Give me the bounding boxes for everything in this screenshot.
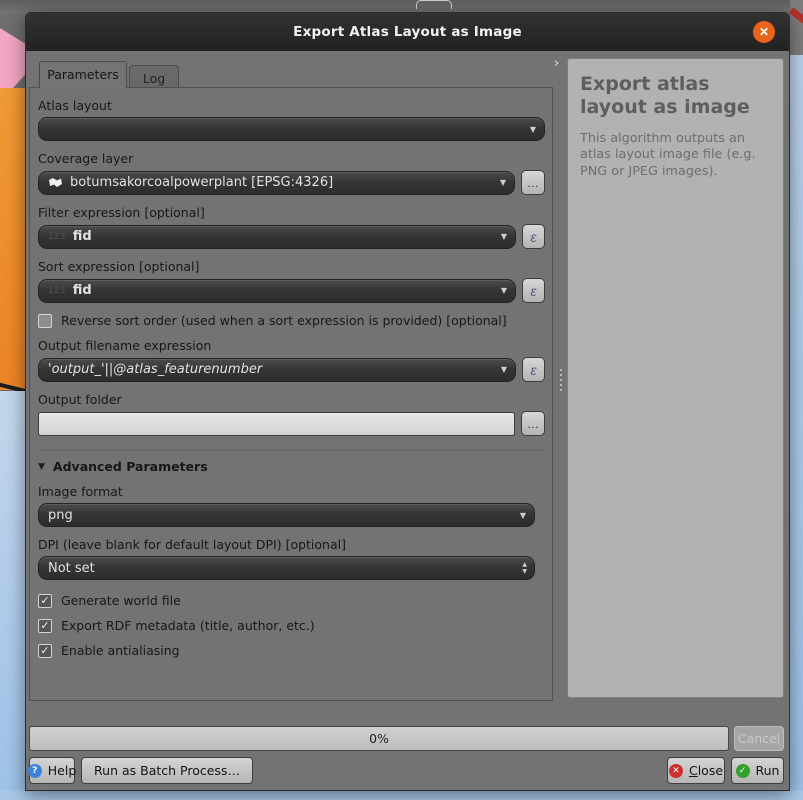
coverage-layer-browse-button[interactable]: … bbox=[521, 170, 545, 195]
chevron-down-icon: ▼ bbox=[501, 232, 507, 241]
background-blue-left bbox=[0, 391, 26, 800]
filter-expression-select[interactable]: 123 fid ▼ bbox=[38, 225, 516, 249]
reverse-sort-row[interactable]: Reverse sort order (used when a sort exp… bbox=[38, 313, 545, 328]
chevron-down-icon: ▼ bbox=[520, 511, 526, 520]
polygon-layer-icon bbox=[48, 177, 63, 188]
ellipsis-icon: … bbox=[527, 417, 539, 431]
spin-up-icon[interactable]: ▲ bbox=[522, 561, 527, 568]
background-button-edge bbox=[416, 0, 452, 9]
image-format-value: png bbox=[48, 508, 73, 523]
close-x-icon: ✕ bbox=[669, 764, 683, 778]
reverse-sort-checkbox[interactable] bbox=[38, 314, 52, 328]
spinner-arrows-icon[interactable]: ▲ ▼ bbox=[522, 561, 527, 575]
batch-label: Run as Batch Process… bbox=[94, 763, 240, 778]
close-icon: ✕ bbox=[759, 26, 769, 38]
tab-log[interactable]: Log bbox=[129, 65, 179, 88]
cancel-label: Cancel bbox=[738, 731, 780, 746]
dpi-spinner[interactable]: Not set ▲ ▼ bbox=[38, 556, 535, 580]
image-format-label: Image format bbox=[38, 484, 535, 499]
expression-epsilon-icon: ε bbox=[530, 362, 536, 378]
generate-world-file-label: Generate world file bbox=[61, 593, 181, 608]
filter-expression-builder-button[interactable]: ε bbox=[522, 224, 545, 249]
help-icon: ? bbox=[28, 764, 42, 778]
ellipsis-icon: … bbox=[527, 176, 539, 190]
atlas-layout-select[interactable]: ▼ bbox=[38, 117, 545, 141]
run-check-icon: ✓ bbox=[736, 764, 750, 778]
help-panel-title: Export atlas layout as image bbox=[580, 73, 771, 119]
close-button[interactable]: ✕ Close bbox=[667, 757, 725, 784]
tab-parameters[interactable]: Parameters bbox=[39, 61, 127, 88]
coverage-layer-select[interactable]: botumsakorcoalpowerplant [EPSG:4326] ▼ bbox=[38, 171, 515, 195]
close-label: Close bbox=[689, 763, 723, 778]
sort-expression-label: Sort expression [optional] bbox=[38, 259, 545, 274]
help-panel: Export atlas layout as image This algori… bbox=[567, 58, 784, 698]
background-orange-shape bbox=[0, 88, 26, 390]
splitter-collapse-arrow[interactable]: › bbox=[554, 56, 559, 71]
progress-bar: 0% bbox=[29, 726, 729, 751]
filter-expression-value: fid bbox=[73, 229, 92, 244]
spin-down-icon[interactable]: ▼ bbox=[522, 568, 527, 575]
dpi-label: DPI (leave blank for default layout DPI)… bbox=[38, 537, 535, 552]
enable-antialiasing-checkbox[interactable]: ✓ bbox=[38, 644, 52, 658]
numeric-field-icon: 123 bbox=[48, 286, 66, 296]
expression-epsilon-icon: ε bbox=[530, 283, 536, 299]
chevron-down-icon: ▼ bbox=[530, 125, 536, 134]
dialog-title: Export Atlas Layout as Image bbox=[293, 24, 522, 40]
background-blue-bottom bbox=[0, 791, 803, 800]
reverse-sort-label: Reverse sort order (used when a sort exp… bbox=[61, 313, 507, 328]
atlas-layout-label: Atlas layout bbox=[38, 98, 545, 113]
dialog-titlebar[interactable]: Export Atlas Layout as Image ✕ bbox=[26, 13, 789, 51]
export-rdf-label: Export RDF metadata (title, author, etc.… bbox=[61, 618, 315, 633]
enable-antialiasing-label: Enable antialiasing bbox=[61, 643, 180, 658]
parameters-panel: Atlas layout ▼ Coverage layer botumsakor… bbox=[29, 87, 553, 701]
output-filename-value: 'output_'||@atlas_featurenumber bbox=[48, 362, 262, 377]
generate-world-file-row[interactable]: ✓ Generate world file bbox=[38, 593, 545, 608]
chevron-down-icon: ▼ bbox=[500, 178, 506, 187]
run-button[interactable]: ✓ Run bbox=[731, 757, 784, 784]
help-label: Help bbox=[48, 763, 77, 778]
coverage-layer-label: Coverage layer bbox=[38, 151, 545, 166]
chevron-down-icon: ▼ bbox=[501, 365, 507, 374]
export-rdf-row[interactable]: ✓ Export RDF metadata (title, author, et… bbox=[38, 618, 545, 633]
output-filename-label: Output filename expression bbox=[38, 338, 545, 353]
export-atlas-dialog: Export Atlas Layout as Image ✕ Parameter… bbox=[25, 12, 790, 791]
numeric-field-icon: 123 bbox=[48, 232, 66, 242]
output-folder-label: Output folder bbox=[38, 392, 545, 407]
output-folder-browse-button[interactable]: … bbox=[521, 411, 545, 436]
filter-expression-label: Filter expression [optional] bbox=[38, 205, 545, 220]
progress-value: 0% bbox=[369, 731, 389, 746]
export-rdf-checkbox[interactable]: ✓ bbox=[38, 619, 52, 633]
image-format-select[interactable]: png ▼ bbox=[38, 503, 535, 527]
cancel-button: Cancel bbox=[734, 726, 784, 751]
run-as-batch-button[interactable]: Run as Batch Process… bbox=[81, 757, 253, 784]
sort-expression-select[interactable]: 123 fid ▼ bbox=[38, 279, 516, 303]
sort-expression-value: fid bbox=[73, 283, 92, 298]
collapse-triangle-icon: ▼ bbox=[38, 462, 45, 472]
advanced-parameters-label: Advanced Parameters bbox=[53, 459, 208, 474]
sort-expression-builder-button[interactable]: ε bbox=[522, 278, 545, 303]
background-blue-right bbox=[790, 55, 803, 800]
output-filename-select[interactable]: 'output_'||@atlas_featurenumber ▼ bbox=[38, 358, 516, 382]
output-filename-builder-button[interactable]: ε bbox=[522, 357, 545, 382]
window-close-button[interactable]: ✕ bbox=[753, 21, 775, 43]
generate-world-file-checkbox[interactable]: ✓ bbox=[38, 594, 52, 608]
output-folder-input[interactable] bbox=[38, 412, 515, 436]
run-label: Run bbox=[756, 763, 780, 778]
expression-epsilon-icon: ε bbox=[530, 229, 536, 245]
help-panel-body: This algorithm outputs an atlas layout i… bbox=[580, 131, 771, 181]
help-button[interactable]: ? Help bbox=[29, 757, 75, 784]
splitter-handle[interactable] bbox=[560, 369, 562, 391]
enable-antialiasing-row[interactable]: ✓ Enable antialiasing bbox=[38, 643, 545, 658]
chevron-down-icon: ▼ bbox=[501, 286, 507, 295]
dpi-value: Not set bbox=[48, 561, 95, 576]
coverage-layer-value: botumsakorcoalpowerplant [EPSG:4326] bbox=[70, 175, 333, 190]
advanced-parameters-toggle[interactable]: ▼ Advanced Parameters bbox=[38, 450, 545, 474]
